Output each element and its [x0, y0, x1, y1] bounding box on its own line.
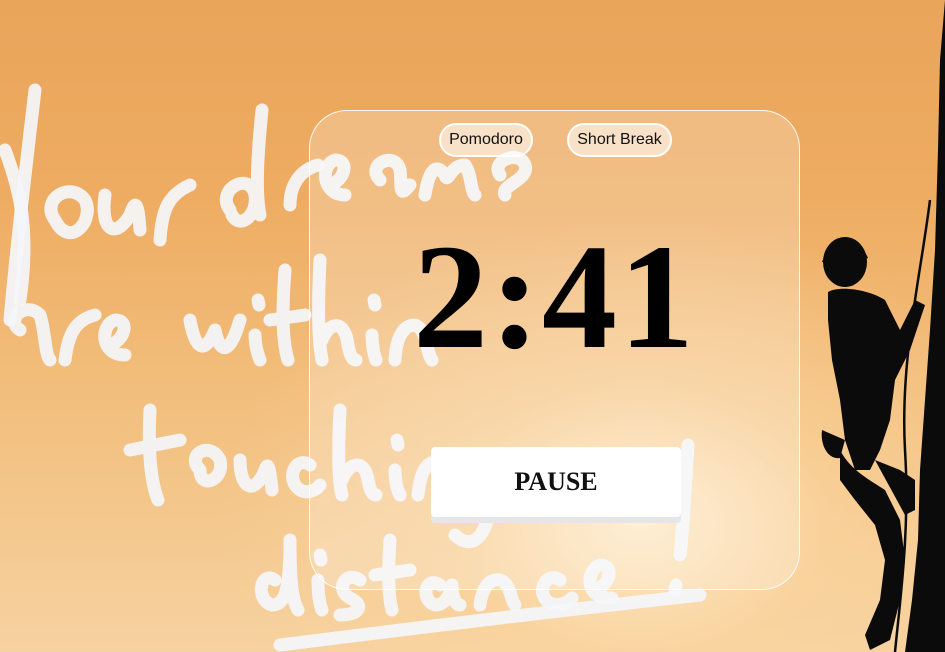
climber-silhouette	[821, 0, 945, 652]
timer-display: 2:41	[413, 214, 696, 380]
mode-tabs: Pomodoro Short Break	[310, 123, 799, 159]
tab-short-break[interactable]: Short Break	[567, 123, 672, 157]
pause-button[interactable]: PAUSE	[431, 447, 681, 517]
tab-pomodoro[interactable]: Pomodoro	[439, 123, 533, 157]
timer-card: Pomodoro Short Break 2:41 PAUSE	[309, 110, 800, 590]
